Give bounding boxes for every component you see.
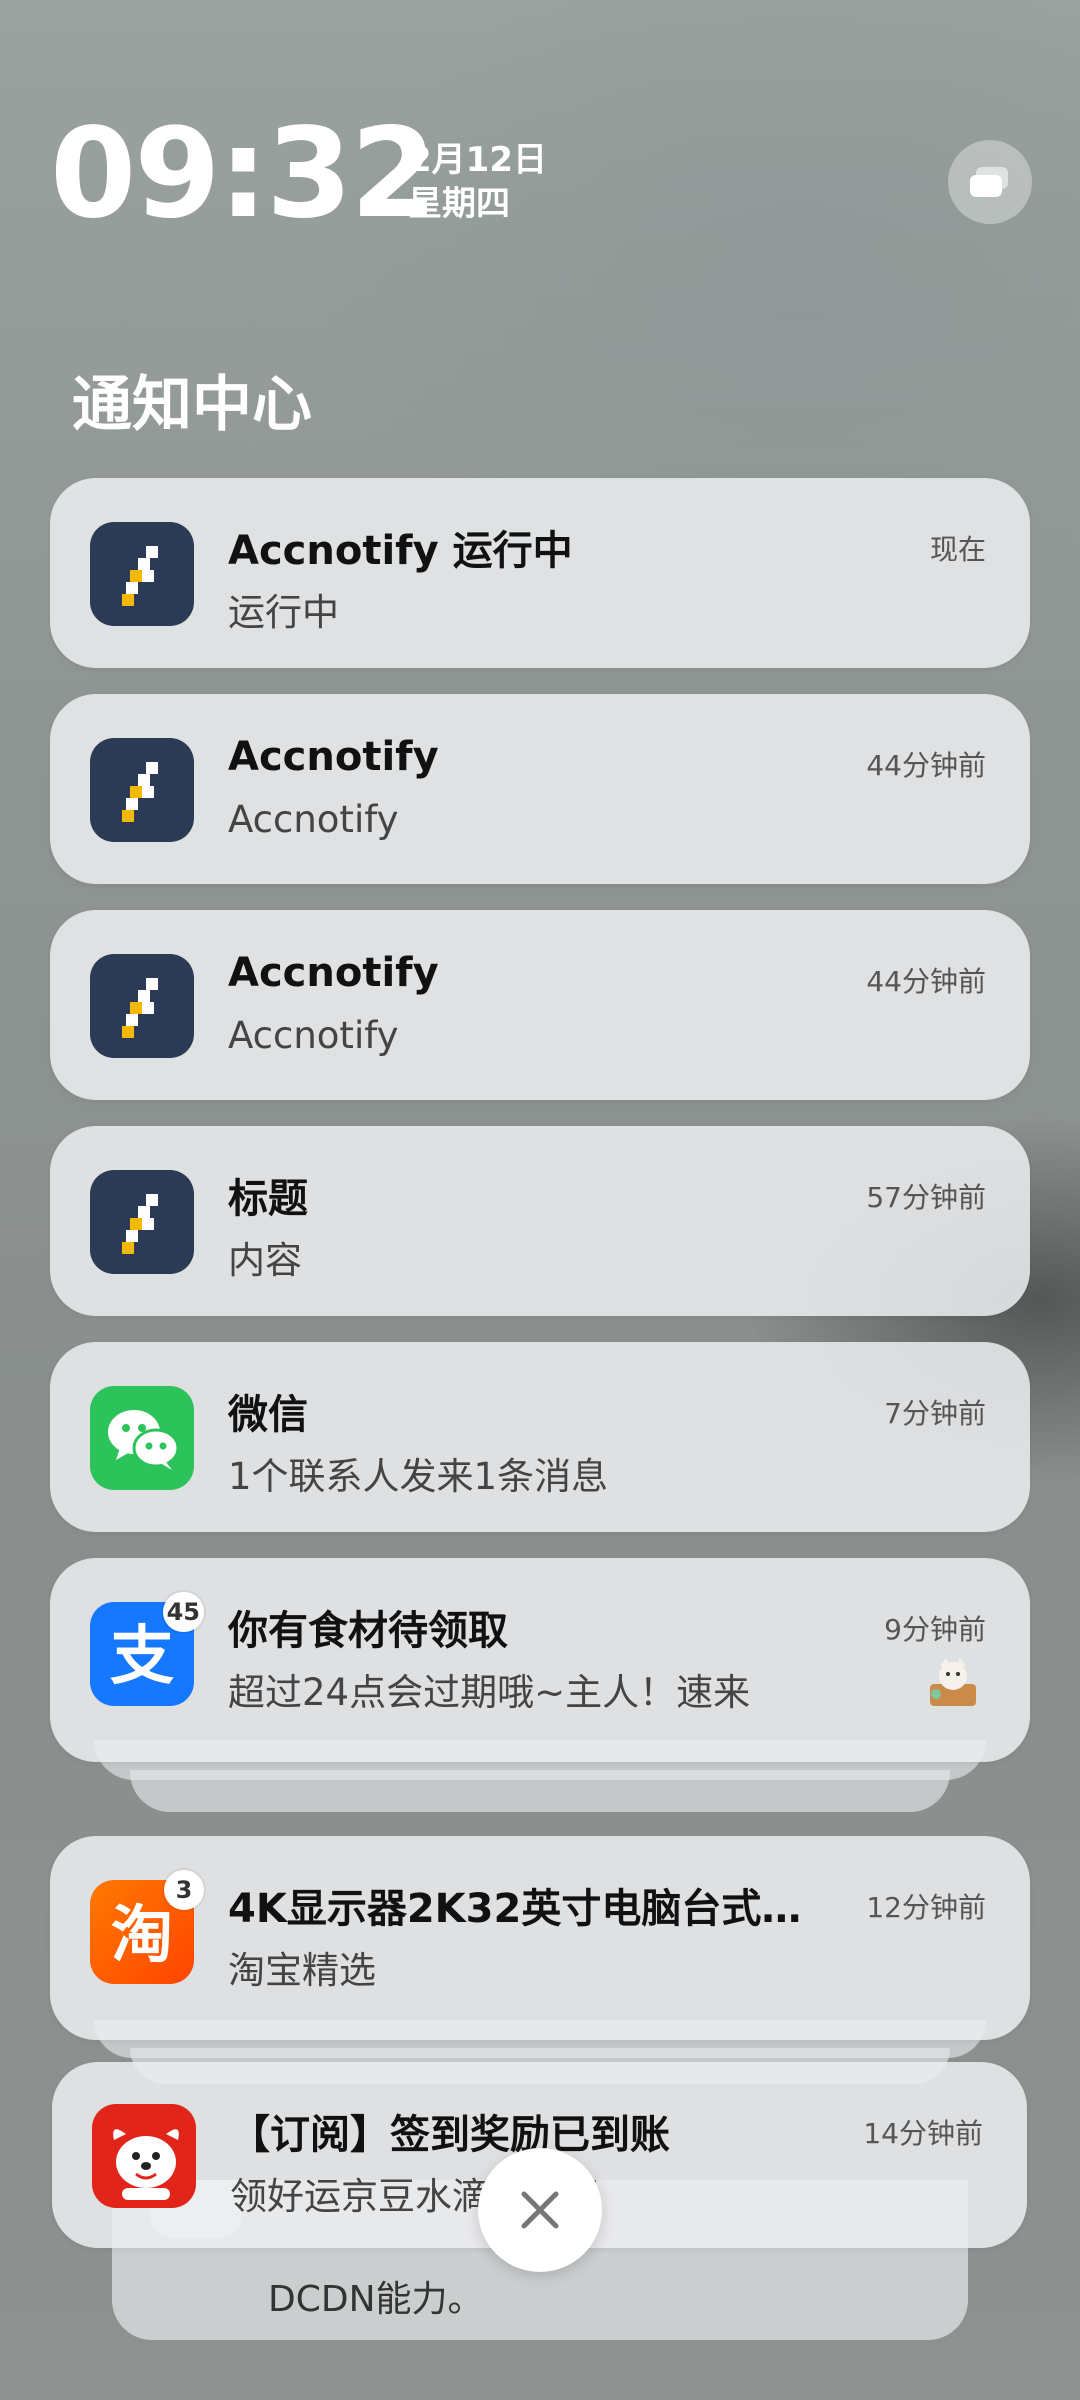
notification-title: 4K显示器2K32英寸电脑台式… (228, 1886, 802, 1932)
notification-card[interactable]: Accnotify Accnotify 44分钟前 (50, 910, 1030, 1100)
taobao-app-icon: 淘 3 (90, 1870, 204, 1984)
notification-card[interactable]: 微信 1个联系人发来1条消息 7分钟前 (50, 1342, 1030, 1532)
stack-icon (970, 167, 1010, 197)
notification-card[interactable]: 淘 3 4K显示器2K32英寸电脑台式… 淘宝精选 12分钟前 (50, 1836, 1030, 2040)
accnotify-app-icon (90, 738, 194, 842)
notification-title: 标题 (228, 1176, 308, 1222)
notification-body: 运行中 (228, 591, 339, 634)
svg-text:淘: 淘 (111, 1898, 173, 1971)
peek-text: DCDN能力。 (268, 2279, 484, 2320)
notification-thumbnail (924, 1654, 982, 1712)
unread-badge: 3 (164, 1870, 204, 1910)
weekday-text: 星期四 (408, 184, 510, 224)
notification-time: 现在 (929, 533, 986, 566)
notification-body: Accnotify (228, 798, 399, 841)
notification-title: Accnotify (228, 734, 439, 780)
notification-title: 你有食材待领取 (228, 1608, 508, 1654)
notification-time: 9分钟前 (884, 1613, 986, 1646)
wechat-app-icon (90, 1386, 194, 1490)
notification-title: Accnotify (228, 950, 439, 996)
stacked-card-shadow (130, 1770, 950, 1812)
date-text: 2月12日 (408, 140, 547, 180)
notification-time: 12分钟前 (866, 1891, 986, 1924)
alipay-app-icon: 支 45 (90, 1592, 204, 1706)
close-icon (521, 2191, 559, 2229)
notification-time: 7分钟前 (884, 1397, 986, 1430)
notification-body: 淘宝精选 (228, 1949, 376, 1992)
notification-card[interactable]: Accnotify 运行中 运行中 现在 (50, 478, 1030, 668)
clear-all-button[interactable] (478, 2148, 602, 2272)
accnotify-app-icon (90, 1170, 194, 1274)
notification-title: Accnotify 运行中 (228, 528, 573, 574)
notification-card[interactable]: 标题 内容 57分钟前 (50, 1126, 1030, 1316)
notification-manage-button[interactable] (948, 140, 1032, 224)
notification-body: 1个联系人发来1条消息 (228, 1455, 609, 1498)
accnotify-app-icon (90, 522, 194, 626)
notification-card[interactable]: 支 45 你有食材待领取 超过24点会过期哦~主人！速来 9分钟前 (50, 1558, 1030, 1762)
notification-body: 超过24点会过期哦~主人！速来 (228, 1671, 751, 1714)
notification-card[interactable]: Accnotify Accnotify 44分钟前 (50, 694, 1030, 884)
notification-title: 【订阅】签到奖励已到账 (230, 2112, 670, 2158)
notification-time: 44分钟前 (866, 749, 986, 782)
notification-time: 44分钟前 (866, 965, 986, 998)
notification-time: 14分钟前 (863, 2117, 983, 2150)
date-block: 2月12日 星期四 (408, 138, 547, 226)
notification-title: 微信 (228, 1392, 308, 1438)
notification-center-title: 通知中心 (72, 370, 312, 440)
lock-time: 09:32 (50, 102, 437, 246)
svg-text:支: 支 (110, 1620, 174, 1694)
jd-app-icon (92, 2104, 196, 2208)
notification-body: 内容 (228, 1239, 302, 1282)
notification-time: 57分钟前 (866, 1181, 986, 1214)
notification-body: Accnotify (228, 1014, 399, 1057)
accnotify-app-icon (90, 954, 194, 1058)
unread-badge: 45 (162, 1592, 204, 1632)
